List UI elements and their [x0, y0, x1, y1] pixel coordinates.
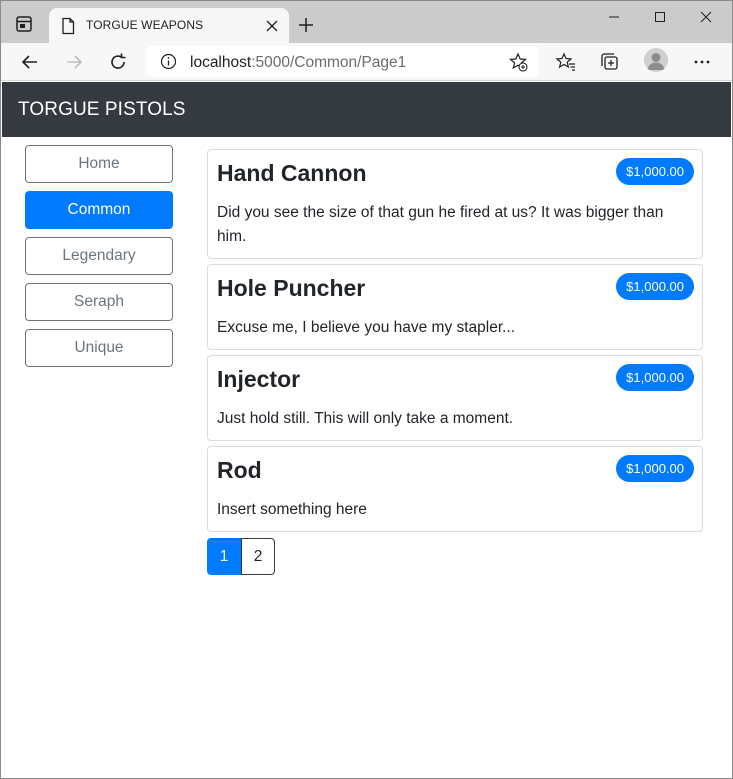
url-path: :5000/Common/Page1	[251, 54, 407, 71]
tab-strip: TORGUE WEAPONS	[1, 1, 732, 43]
site-brand[interactable]: TORGUE PISTOLS	[18, 99, 186, 121]
price-badge: $1,000.00	[616, 364, 694, 391]
price-badge: $1,000.00	[616, 158, 694, 185]
page-2-link[interactable]: 2	[241, 538, 275, 575]
page-icon	[60, 17, 76, 35]
close-window-icon[interactable]	[683, 1, 729, 33]
product-card: Hole Puncher $1,000.00 Excuse me, I beli…	[207, 264, 703, 350]
back-arrow-icon[interactable]	[18, 50, 42, 74]
tab-title: TORGUE WEAPONS	[86, 18, 204, 32]
favorites-icon[interactable]	[554, 50, 578, 74]
browser-toolbar: localhost:5000/Common/Page1	[1, 43, 732, 81]
more-options-icon[interactable]	[690, 50, 714, 74]
category-nav: Home Common Legendary Seraph Unique	[25, 145, 173, 375]
page-viewport: TORGUE PISTOLS Home Common Legendary Ser…	[2, 82, 731, 778]
nav-common-button[interactable]: Common	[25, 191, 173, 229]
price-badge: $1,000.00	[616, 455, 694, 482]
close-tab-icon[interactable]	[265, 19, 279, 33]
nav-seraph-button[interactable]: Seraph	[25, 283, 173, 321]
maximize-icon[interactable]	[637, 1, 683, 33]
product-card: Hand Cannon $1,000.00 Did you see the si…	[207, 149, 703, 259]
browser-window: TORGUE WEAPONS localhost:5000/Common/Pag…	[0, 0, 733, 779]
pagination: 1 2	[207, 538, 275, 575]
new-tab-icon[interactable]	[297, 16, 315, 34]
product-list: Hand Cannon $1,000.00 Did you see the si…	[207, 149, 703, 537]
nav-home-button[interactable]: Home	[25, 145, 173, 183]
product-description: Just hold still. This will only take a m…	[217, 410, 514, 427]
product-description: Insert something here	[217, 501, 367, 518]
browser-tab[interactable]: TORGUE WEAPONS	[49, 8, 289, 43]
price-badge: $1,000.00	[616, 273, 694, 300]
url-text[interactable]: localhost:5000/Common/Page1	[190, 54, 406, 72]
profile-avatar-icon[interactable]	[644, 48, 668, 72]
url-host: localhost	[190, 54, 252, 71]
info-icon[interactable]	[160, 53, 177, 70]
collections-icon[interactable]	[598, 50, 622, 74]
nav-unique-button[interactable]: Unique	[25, 329, 173, 367]
forward-arrow-icon[interactable]	[62, 50, 86, 74]
tab-actions-icon[interactable]	[13, 13, 35, 35]
minimize-icon[interactable]	[591, 1, 637, 33]
product-description: Did you see the size of that gun he fire…	[217, 204, 664, 245]
nav-legendary-button[interactable]: Legendary	[25, 237, 173, 275]
page-1-link[interactable]: 1	[207, 538, 241, 575]
product-card: Injector $1,000.00 Just hold still. This…	[207, 355, 703, 441]
address-bar[interactable]: localhost:5000/Common/Page1	[146, 46, 539, 77]
refresh-icon[interactable]	[106, 50, 130, 74]
add-favorite-icon[interactable]	[508, 52, 528, 72]
product-description: Excuse me, I believe you have my stapler…	[217, 319, 516, 336]
product-card: Rod $1,000.00 Insert something here	[207, 446, 703, 532]
site-navbar: TORGUE PISTOLS	[2, 82, 731, 137]
